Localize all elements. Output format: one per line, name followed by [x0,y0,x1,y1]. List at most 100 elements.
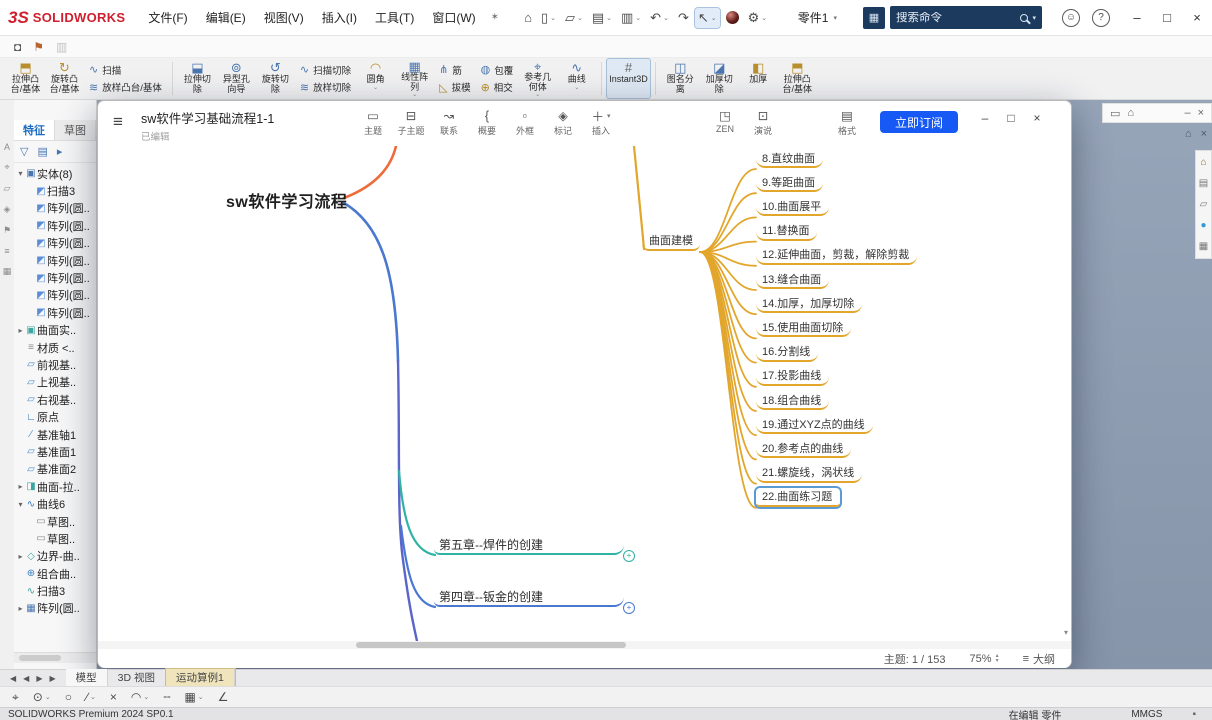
swept-cut-button[interactable]: ∿ 扫描切除 [300,63,351,77]
expand-badge[interactable]: + [623,602,635,614]
scroll-down-icon[interactable]: ▾ [1064,628,1068,637]
select-icon[interactable]: ⌖ [12,690,19,705]
outline-button[interactable]: ≡ 大纲 [1023,651,1055,667]
zoom-control[interactable]: 75% ▴ ▾ [970,653,999,665]
material-sphere-icon[interactable] [723,9,742,26]
tree-item[interactable]: ◩ 阵列(圆.. [14,269,96,286]
close-button[interactable]: × [1024,107,1050,129]
reference-geometry-button[interactable]: ⌖ 参考几 何体 ⌄ [518,59,557,98]
menu-item[interactable]: 窗口(W) [423,5,484,30]
doc-home-icon[interactable]: ⌂ [1185,128,1192,140]
circle-center-icon[interactable]: ⊙ ⌄ [33,690,51,704]
tree-item[interactable]: ◩ 阵列(圆.. [14,287,96,304]
subtopic-button[interactable]: ⊟ 子主题 [392,105,430,137]
subscribe-button[interactable]: 立即订阅 [880,111,959,133]
pin-icon[interactable]: ✶ [491,12,499,23]
mindmap-leaf-topic[interactable]: 10.曲面展平 [756,197,830,217]
menu-item[interactable]: 视图(V) [255,5,313,30]
minimize-button[interactable]: – [972,107,998,129]
tree-item[interactable]: ◩ 扫描3 [14,182,96,199]
central-topic[interactable]: sw软件学习流程 [226,188,347,212]
tree-item[interactable]: ◩ 阵列(圆.. [14,235,96,252]
hole-wizard-button[interactable]: ⊚ 异型孔 向导 [217,59,256,98]
expand-arrow-icon[interactable]: ▸ [16,482,25,491]
tree-item[interactable]: ◩ 阵列(圆.. [14,304,96,321]
mindmap-leaf-topic[interactable]: 15.使用曲面切除 [756,318,852,338]
select-filter-icon[interactable]: A [4,142,10,152]
mindmap-leaf-topic[interactable]: 21.螺旋线，涡状线 [756,464,863,483]
maximize-button[interactable]: □ [1152,4,1182,32]
window-restore-icon[interactable]: ▭ [1110,107,1120,120]
intersect-button[interactable]: ⊕ 相交 [481,80,514,95]
relation-button[interactable]: ↝ 联系 [430,105,468,137]
presentation-button[interactable]: ⊡ 演说 [744,105,782,137]
mindmap-leaf-topic[interactable]: 12.延伸曲面，剪裁，解除剪裁 [756,246,918,265]
extruded-cut-button[interactable]: ⬓ 拉伸切除 [178,59,217,98]
filter-edge-icon[interactable]: ▱ [4,183,11,194]
summary-button[interactable]: {概要 [468,105,506,137]
tab-运动算例1[interactable]: 运动算例1 [164,668,236,688]
print-icon[interactable]: ▥ ⌄ [618,8,644,28]
mindmap-leaf-topic[interactable]: 17.投影曲线 [756,367,830,386]
search-input[interactable] [896,11,1019,24]
dashed-line-icon[interactable]: ╌ [163,690,170,704]
filter-icon[interactable]: ▽ [20,145,28,158]
circle-icon[interactable]: ○ [65,690,72,704]
tree-item[interactable]: ◩ 阵列(圆.. [14,217,96,234]
tab-模型[interactable]: 模型 [65,669,108,687]
tree-item[interactable]: ▾ ▣ 实体(8) [14,165,96,182]
mindmap-leaf-topic[interactable]: 8.直纹曲面 [756,149,824,168]
menu-item[interactable]: 编辑(E) [197,5,255,30]
undo-icon[interactable]: ↶ ⌄ [647,8,672,28]
new-document-icon[interactable]: ▯ ⌄ [538,8,559,28]
mindmap-leaf-topic[interactable]: 16.分割线 [756,343,819,362]
search-icon[interactable] [1020,13,1029,22]
curves-button[interactable]: ∿ 曲线 ⌄ [557,59,596,98]
mindmap-leaf-topic[interactable]: 19.通过XYZ点的曲线 [756,415,873,435]
scrollbar-thumb[interactable] [19,655,61,661]
panel-scrollbar[interactable] [14,652,96,663]
tab-scroll-arrow-icon[interactable]: ▶ [49,674,55,683]
home-icon[interactable]: ⌂ [521,8,535,27]
dimension-icon[interactable]: ≡ [4,246,9,256]
custom-properties-icon[interactable]: ▦ [1199,241,1208,252]
filter-face-icon[interactable]: ◈ [4,204,11,215]
tree-item[interactable]: ∿ 扫描3 [14,582,96,599]
expand-arrow-icon[interactable]: ▾ [16,169,25,178]
help-icon[interactable]: ? [1092,8,1110,27]
expand-arrow-icon[interactable]: ▸ [16,604,25,613]
linear-pattern-button[interactable]: ▦ 线性阵列 ⌄ [395,59,434,98]
angle-icon[interactable]: ∠ [218,690,229,704]
mindmap-canvas[interactable]: sw软件学习流程 曲面建模 8.直纹曲面 9.等距曲面 10.曲面展平 11.替换面 1… [98,146,1071,641]
scrollbar-thumb[interactable] [356,642,626,648]
account-icon[interactable]: ☺ [1062,8,1080,27]
expand-panel-icon[interactable]: ▸ [57,145,63,158]
screenshot-camera-icon[interactable]: ◘ [14,40,21,54]
line-icon[interactable]: ∕ ⌄ [86,690,96,704]
tree-display-icon[interactable]: ▤ [37,145,47,158]
grid-icon[interactable]: ▦ [3,266,12,277]
wrap-button[interactable]: ◍ 包覆 [481,63,514,77]
expand-arrow-icon[interactable]: ▸ [16,326,25,335]
apps-icon[interactable]: ▦ [863,6,885,29]
mindmap-leaf-topic[interactable]: 20.参考点的曲线 [756,439,852,459]
tree-item[interactable]: ◩ 阵列(圆.. [14,252,96,269]
tree-item[interactable]: ⊕ 组合曲.. [14,565,96,582]
mindmap-leaf-topic[interactable]: 18.组合曲线 [756,391,830,410]
tree-item[interactable]: ▸ ▣ 曲面实.. [14,322,96,339]
maximize-button[interactable]: □ [998,107,1024,129]
tree-item[interactable]: ∟ 原点 [14,408,96,425]
thicken-cut-button[interactable]: ◪ 加厚切除 [700,59,739,98]
tree-item[interactable]: ∕ 基准轴1 [14,426,96,443]
mindmap-leaf-topic[interactable]: 13.缝合曲面 [756,270,830,289]
tab-scroll-arrow-icon[interactable]: ◀ [23,674,29,683]
save-icon[interactable]: ▤ ⌄ [589,8,615,28]
tab-3D 视图[interactable]: 3D 视图 [108,669,166,687]
format-button[interactable]: ▤ 格式 [828,105,866,137]
marker-button[interactable]: ◈ 标记 [544,105,582,137]
mindmap-leaf-topic[interactable]: 22.曲面练习题 [756,488,841,507]
tab-scroll-arrow-icon[interactable]: ◀ [10,674,16,683]
insert-button[interactable]: ＋ ▾ 插入 [582,105,620,137]
flag-icon[interactable]: ⚑ [33,40,44,54]
draft-button[interactable]: ◺ 拔模 [439,80,470,95]
